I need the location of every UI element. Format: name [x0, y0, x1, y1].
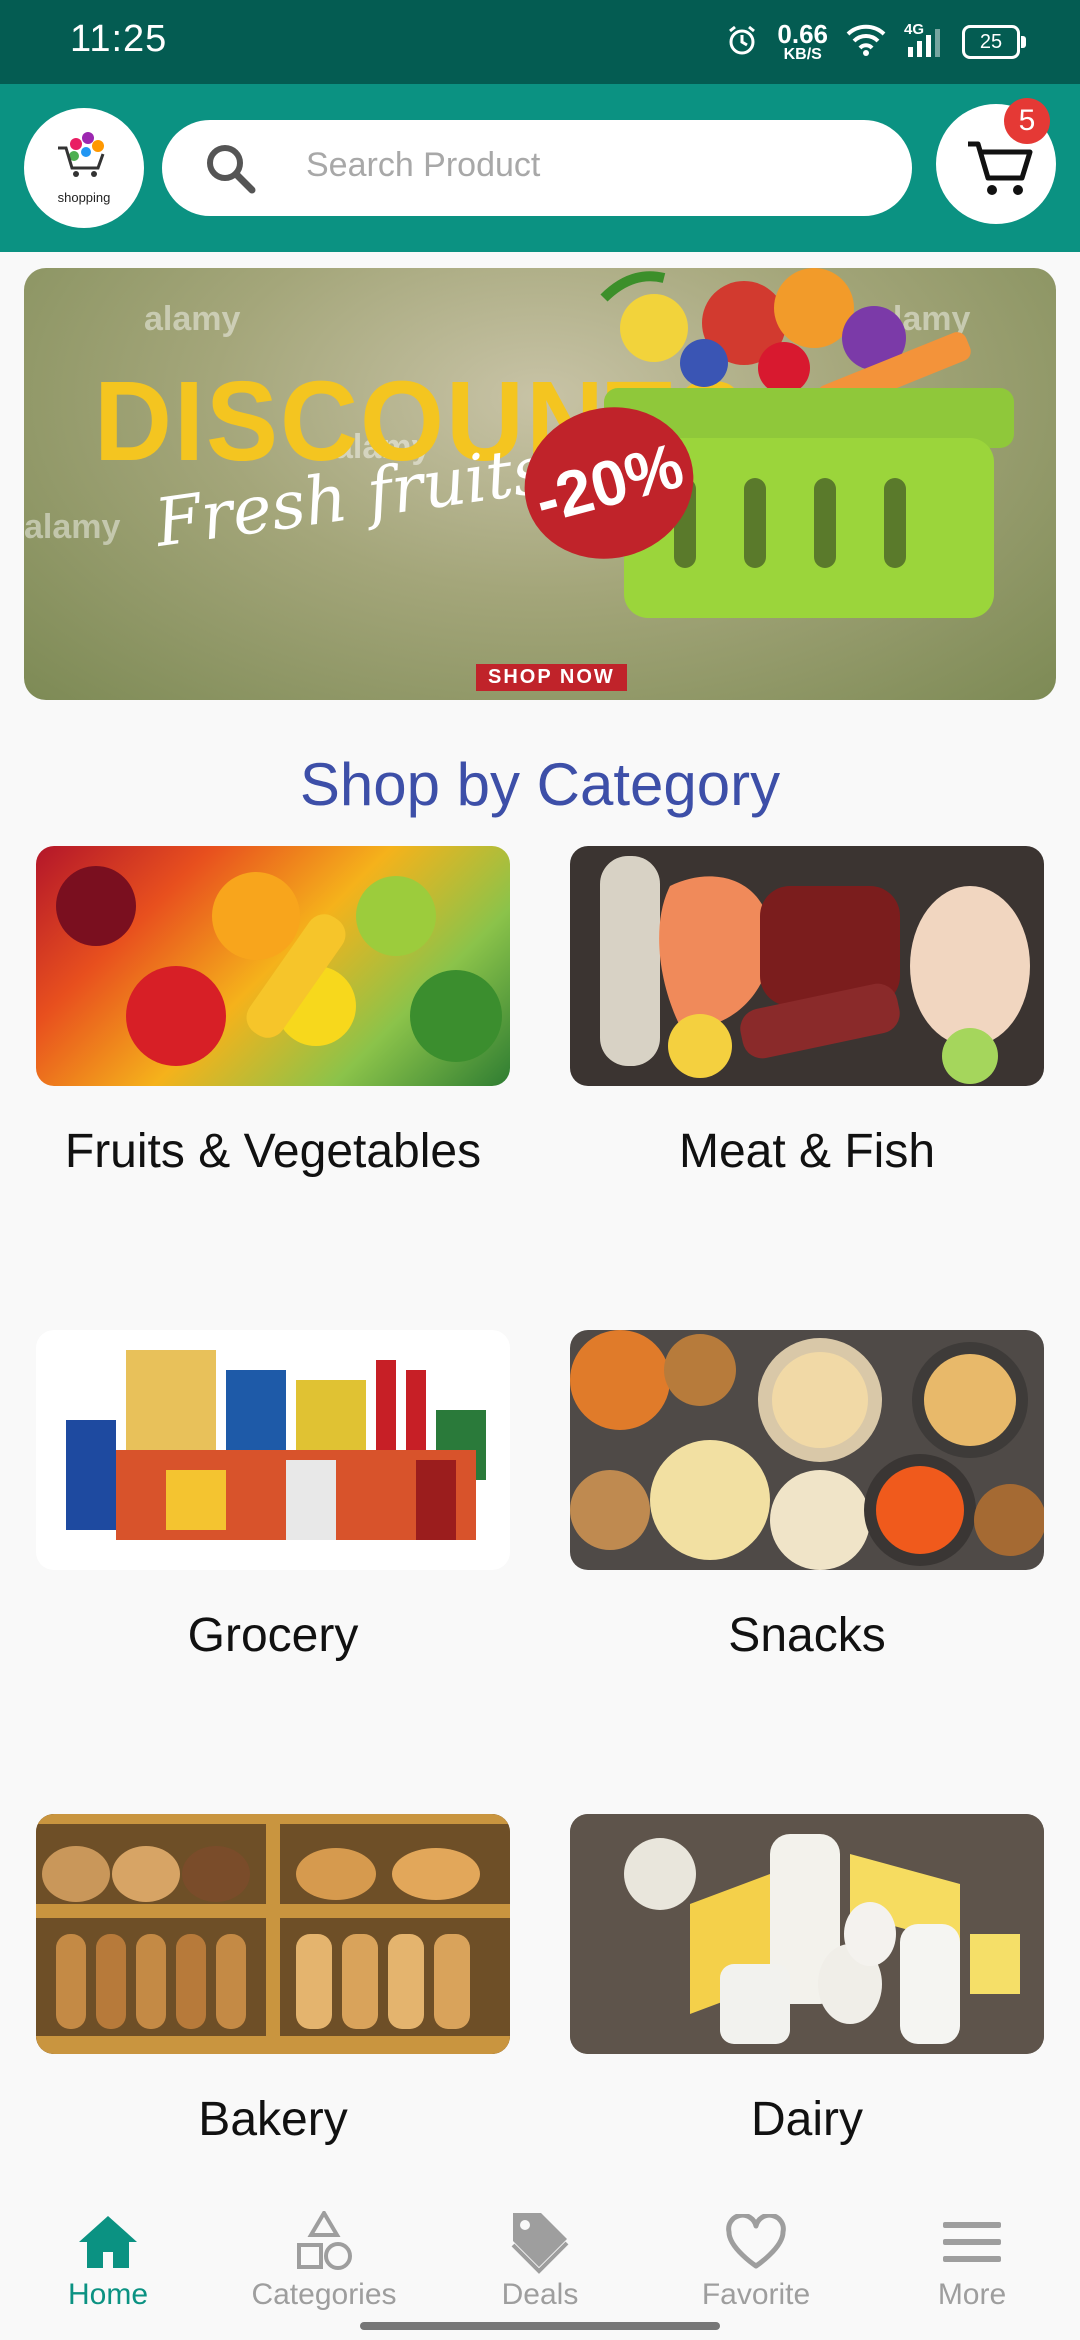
cart-count-badge: 5 — [1004, 98, 1050, 144]
logo-text: shopping — [57, 190, 111, 205]
network-speed: 0.66 KB/S — [777, 21, 828, 63]
tag-icon — [509, 2210, 571, 2274]
speed-unit: KB/S — [783, 46, 822, 63]
home-icon — [77, 2210, 139, 2274]
category-image-dairy[interactable] — [570, 1814, 1044, 2054]
battery-icon: 25 — [962, 25, 1026, 59]
category-image-fruits-vegetables[interactable] — [36, 846, 510, 1086]
wifi-icon — [846, 24, 886, 61]
category-image-grocery[interactable] — [36, 1330, 510, 1570]
watermark: alamy — [144, 300, 241, 338]
category-label[interactable]: Bakery — [36, 2092, 510, 2147]
watermark: alamy — [24, 508, 121, 546]
battery-level: 25 — [979, 30, 1003, 53]
category-label[interactable]: Snacks — [570, 1608, 1044, 1663]
speed-value: 0.66 — [777, 19, 828, 49]
bottom-navigation: Home Categories Deals Favorite More — [0, 2190, 1080, 2340]
search-input[interactable]: Search Product — [306, 146, 540, 185]
nav-deals[interactable]: Deals — [432, 2190, 648, 2320]
category-image-bakery[interactable] — [36, 1814, 510, 2054]
cell-signal-icon: 4G — [904, 21, 944, 59]
status-time: 11:25 — [70, 18, 168, 60]
app-logo[interactable]: shopping — [24, 108, 144, 228]
menu-icon — [943, 2210, 1001, 2274]
heart-icon — [725, 2210, 787, 2274]
promo-banner[interactable]: alamy alamy alamy alamy alamy DISCOUNTS … — [24, 268, 1056, 700]
alarm-icon — [725, 23, 759, 62]
status-bar: 11:25 0.66 KB/S 4G 25 — [0, 0, 1080, 84]
category-label[interactable]: Grocery — [36, 1608, 510, 1663]
nav-home[interactable]: Home — [0, 2190, 216, 2320]
nav-more[interactable]: More — [864, 2190, 1080, 2320]
search-icon — [204, 142, 258, 201]
logo-cart-icon — [58, 132, 105, 177]
gesture-home-bar[interactable] — [360, 2322, 720, 2330]
nav-label: Deals — [501, 2278, 579, 2311]
nav-label: More — [937, 2278, 1007, 2311]
nav-label: Home — [67, 2278, 149, 2311]
app-header: shopping Search Product 5 — [0, 84, 1080, 252]
nav-favorite[interactable]: Favorite — [648, 2190, 864, 2320]
discount-text: -20% — [527, 428, 691, 538]
nav-label: Categories — [251, 2278, 397, 2311]
category-label[interactable]: Dairy — [570, 2092, 1044, 2147]
status-icons: 0.66 KB/S 4G 25 — [725, 16, 1026, 68]
shapes-icon — [293, 2210, 355, 2274]
section-title: Shop by Category — [299, 751, 781, 818]
category-image-meat-fish[interactable] — [570, 846, 1044, 1086]
nav-categories[interactable]: Categories — [216, 2190, 432, 2320]
category-image-snacks[interactable] — [570, 1330, 1044, 1570]
shop-now-button[interactable]: SHOP NOW — [476, 664, 627, 691]
category-label[interactable]: Fruits & Vegetables — [36, 1124, 510, 1179]
nav-label: Favorite — [701, 2278, 811, 2311]
category-label[interactable]: Meat & Fish — [570, 1124, 1044, 1179]
search-bar[interactable]: Search Product — [162, 120, 912, 216]
